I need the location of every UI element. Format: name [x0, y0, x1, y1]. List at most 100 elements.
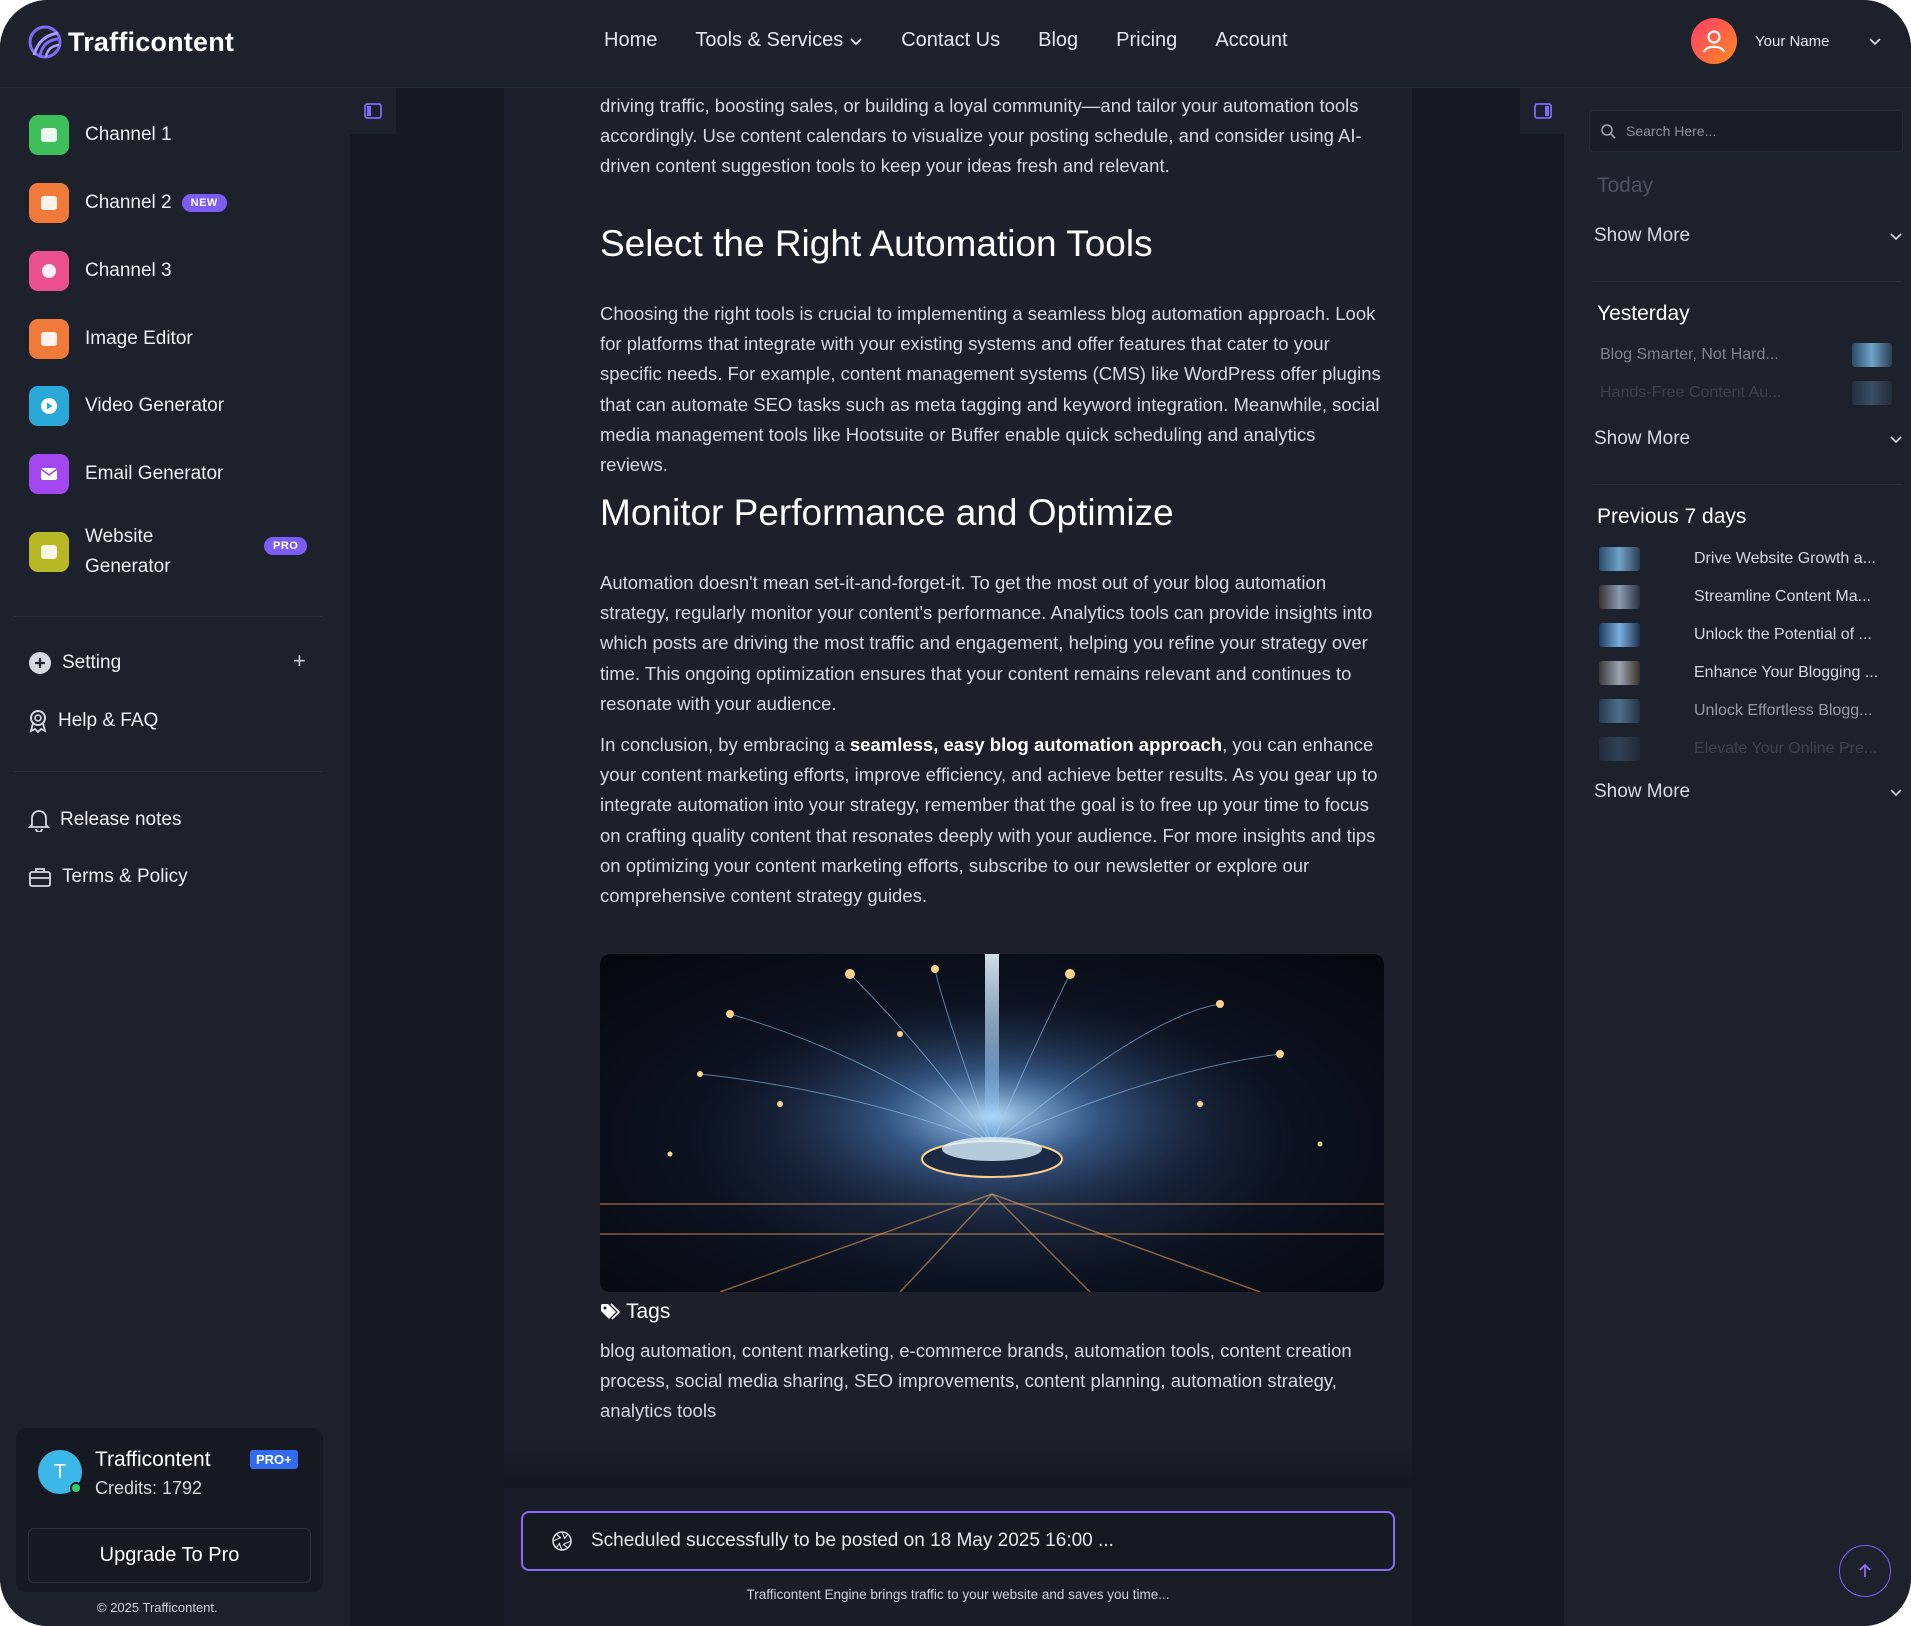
briefcase-icon	[29, 868, 51, 887]
nav-account-label: Account	[1215, 29, 1288, 51]
history-item-title: Hands-Free Content Au...	[1600, 384, 1782, 401]
sidebar-item-label: Channel 1	[85, 124, 172, 145]
footer-note: Trafficontent Engine brings traffic to y…	[746, 1587, 1170, 1602]
nav-contact-label: Contact Us	[901, 29, 1001, 51]
conclusion-text: In conclusion, by embracing a	[600, 734, 850, 755]
divider	[14, 771, 322, 772]
history-item[interactable]: Streamline Content Ma...	[1599, 585, 1895, 609]
heading-monitor-performance: Monitor Performance and Optimize	[600, 492, 1174, 533]
sidebar-item-website-generator[interactable]: Website Generator PRO	[29, 522, 319, 582]
history-thumbnail	[1852, 381, 1892, 405]
sidebar-item-channel-2[interactable]: Channel 2 NEW	[29, 183, 227, 223]
conclusion-text: , you can enhance your content marketing…	[600, 734, 1378, 907]
history-item[interactable]: Elevate Your Online Pre...	[1599, 737, 1895, 761]
history-item[interactable]: Drive Website Growth a...	[1599, 547, 1895, 571]
right-gutter	[1412, 88, 1564, 1626]
nav-account[interactable]: Account	[1215, 29, 1287, 52]
sidebar-item-video-generator[interactable]: Video Generator	[29, 386, 224, 426]
sidebar-item-image-editor[interactable]: Image Editor	[29, 319, 193, 359]
status-bar[interactable]: Scheduled successfully to be posted on 1…	[521, 1511, 1395, 1571]
nav-tools-services[interactable]: Tools & Services	[695, 29, 863, 52]
toggle-left-panel-button[interactable]	[350, 88, 396, 134]
logo[interactable]: Trafficontent	[28, 25, 234, 59]
image-icon	[29, 319, 69, 359]
sidebar-item-channel-1[interactable]: Channel 1	[29, 115, 172, 155]
history-thumbnail	[1599, 699, 1640, 723]
sidebar-item-label: Website Generator	[85, 522, 171, 582]
history-search[interactable]	[1589, 110, 1903, 152]
sidebar-toggle-icon	[1534, 103, 1552, 119]
add-icon[interactable]: +	[293, 648, 306, 674]
sidebar-item-channel-3[interactable]: Channel 3	[29, 251, 172, 291]
nav-pricing-label: Pricing	[1116, 29, 1178, 51]
show-more-previous-button[interactable]: Show More	[1594, 781, 1902, 803]
search-input[interactable]	[1626, 123, 1886, 139]
history-item[interactable]: Unlock Effortless Blogg...	[1599, 699, 1895, 723]
nav-contact[interactable]: Contact Us	[901, 29, 1000, 52]
section-yesterday-title: Yesterday	[1597, 302, 1690, 325]
history-thumbnail	[1599, 623, 1640, 647]
network-illustration	[600, 954, 1384, 1292]
sidebar-item-label: Terms & Policy	[62, 866, 188, 887]
search-icon	[1601, 124, 1616, 139]
sidebar-item-label: Channel 2	[85, 192, 172, 213]
sidebar-item-email-generator[interactable]: Email Generator	[29, 454, 223, 494]
top-bar: Trafficontent Home Tools & Services Cont…	[0, 0, 1911, 88]
upgrade-button[interactable]: Upgrade To Pro	[28, 1528, 311, 1583]
show-more-today-button[interactable]: Show More	[1594, 225, 1902, 247]
nav-home[interactable]: Home	[604, 29, 657, 52]
sidebar-item-label: Channel 3	[85, 260, 172, 281]
heading-select-tools: Select the Right Automation Tools	[600, 223, 1153, 264]
show-more-label: Show More	[1594, 225, 1691, 246]
new-badge: NEW	[181, 194, 227, 212]
left-gutter	[350, 88, 504, 1626]
history-thumbnail	[1599, 547, 1640, 571]
history-item[interactable]: Enhance Your Blogging ...	[1599, 661, 1895, 685]
main-nav: Home Tools & Services Contact Us Blog Pr…	[604, 29, 1288, 52]
pro-badge: PRO	[264, 537, 308, 555]
history-item-title: Unlock Effortless Blogg...	[1694, 702, 1873, 719]
show-more-label: Show More	[1594, 428, 1691, 449]
avatar	[1691, 18, 1737, 64]
user-menu[interactable]: Your Name	[1691, 18, 1882, 64]
tags-list: blog automation, content marketing, e-co…	[600, 1340, 1352, 1422]
label-line-2: Generator	[85, 556, 171, 577]
article-hero-image	[600, 954, 1384, 1292]
arrow-up-icon	[1859, 1563, 1871, 1577]
video-icon	[29, 386, 69, 426]
sidebar-toggle-icon	[364, 103, 382, 119]
tags-title: Tags	[626, 1300, 671, 1323]
history-item[interactable]: Unlock the Potential of ...	[1599, 623, 1895, 647]
nav-pricing[interactable]: Pricing	[1116, 29, 1177, 52]
bottom-fade	[504, 1440, 1412, 1488]
plus-circle-icon	[29, 652, 51, 674]
conclusion-bold: seamless, easy blog automation approach	[849, 734, 1223, 755]
bell-icon	[28, 810, 50, 832]
history-item-title: Enhance Your Blogging ...	[1694, 664, 1879, 681]
sidebar-item-release-notes[interactable]: Release notes	[28, 808, 181, 832]
nav-tools-label: Tools & Services	[695, 29, 844, 51]
history-item-title: Streamline Content Ma...	[1694, 588, 1871, 605]
sidebar-item-terms[interactable]: Terms & Policy	[28, 866, 188, 888]
history-thumbnail	[1599, 585, 1640, 609]
user-icon	[1702, 30, 1726, 53]
copyright: © 2025 Trafficontent.	[97, 1600, 218, 1615]
show-more-yesterday-button[interactable]: Show More	[1594, 428, 1902, 450]
sidebar-item-setting[interactable]: Setting	[28, 651, 121, 675]
history-item[interactable]: Hands-Free Content Au...	[1600, 381, 1892, 405]
sidebar-item-help[interactable]: Help & FAQ	[28, 709, 158, 733]
nav-home-label: Home	[604, 29, 658, 51]
nav-blog[interactable]: Blog	[1038, 29, 1078, 52]
history-item[interactable]: Blog Smarter, Not Hard...	[1600, 343, 1892, 367]
status-message: Scheduled successfully to be posted on 1…	[591, 1530, 1114, 1551]
toggle-right-panel-button[interactable]	[1520, 88, 1566, 134]
scroll-to-top-button[interactable]	[1839, 1545, 1891, 1597]
section-previous-title: Previous 7 days	[1597, 505, 1747, 528]
sidebar-item-label: Email Generator	[85, 463, 224, 484]
history-item-title: Elevate Your Online Pre...	[1694, 740, 1878, 757]
logo-icon	[28, 25, 62, 59]
email-icon	[29, 454, 69, 494]
chevron-down-icon	[850, 37, 862, 45]
brand-name: Trafficontent	[68, 26, 235, 57]
channel-icon	[29, 115, 69, 155]
